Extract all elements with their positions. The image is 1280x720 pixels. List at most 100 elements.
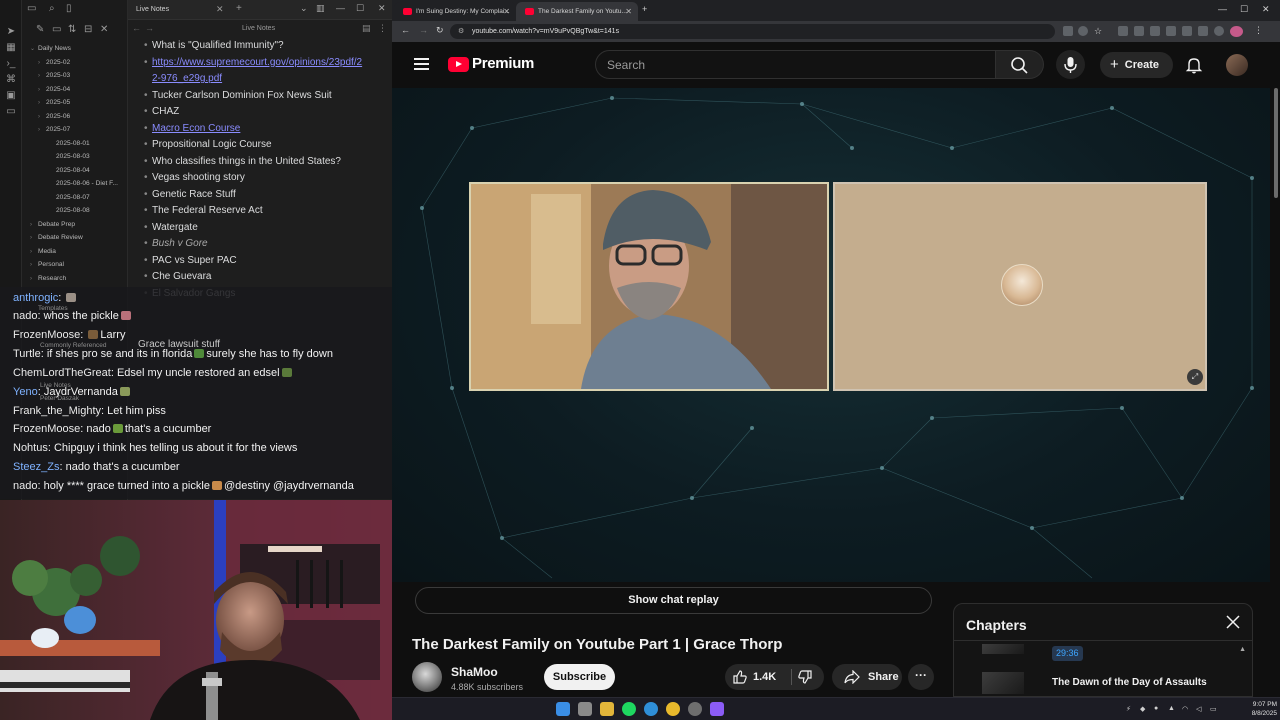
tray-icon[interactable]: ▲ xyxy=(1168,705,1175,712)
chat-username[interactable]: nado xyxy=(13,480,37,492)
template-icon[interactable]: ▣ xyxy=(5,90,17,102)
channel-avatar[interactable] xyxy=(412,662,442,692)
tree-item[interactable]: 2025-08-06 - Diet F... xyxy=(22,177,128,191)
task-view-icon[interactable] xyxy=(578,702,592,716)
tree-item[interactable]: › 2025-02 xyxy=(22,56,128,70)
show-chat-replay-button[interactable]: Show chat replay xyxy=(415,587,932,614)
chevron-down-icon[interactable]: ⌄ xyxy=(300,3,308,14)
chat-username[interactable]: Yeno xyxy=(13,386,38,398)
youtube-premium-logo[interactable]: Premium xyxy=(472,55,534,72)
reload-icon[interactable]: ↻ xyxy=(436,25,444,36)
close-tab-icon[interactable]: ✕ xyxy=(503,2,510,21)
new-tab-icon[interactable]: + xyxy=(236,3,242,14)
chat-username[interactable]: Frank_the_Mighty xyxy=(13,405,101,417)
extension-icon[interactable] xyxy=(1134,26,1144,36)
graph-icon[interactable]: ⌘ xyxy=(5,74,17,86)
close-tab-icon[interactable]: ✕ xyxy=(216,4,224,15)
edge-icon[interactable] xyxy=(644,702,658,716)
scroll-up-icon[interactable]: ▲ xyxy=(1239,646,1246,653)
tray-icon[interactable]: ● xyxy=(1154,705,1158,712)
download-icon[interactable] xyxy=(1214,26,1224,36)
search-input[interactable] xyxy=(595,50,996,79)
chat-username[interactable]: ChemLordTheGreat xyxy=(13,367,111,379)
battery-icon[interactable]: ▭ xyxy=(1210,705,1217,713)
system-clock[interactable]: 9:07 PM 8/8/2025 xyxy=(1231,700,1277,718)
create-button[interactable]: + Create xyxy=(1100,52,1173,78)
bookmark-icon[interactable]: ▯ xyxy=(66,3,72,17)
window-close-icon[interactable]: ✕ xyxy=(1262,4,1270,15)
maximize-icon[interactable]: ☐ xyxy=(1240,4,1248,15)
search-button[interactable] xyxy=(996,50,1044,79)
site-info-icon[interactable]: ⚙ xyxy=(458,24,464,39)
sidebar-icon[interactable] xyxy=(1198,26,1208,36)
new-note-icon[interactable]: ✎ xyxy=(36,24,44,38)
file-explorer-icon[interactable] xyxy=(600,702,614,716)
note-link[interactable]: https://www.supremecourt.gov/opinions/23… xyxy=(144,55,384,72)
tree-item[interactable]: 2025-08-01 xyxy=(22,137,128,151)
extension-icon[interactable] xyxy=(1118,26,1128,36)
puzzle-icon[interactable] xyxy=(1182,26,1192,36)
tree-item[interactable]: 2025-08-08 xyxy=(22,204,128,218)
new-tab-icon[interactable]: + xyxy=(642,4,647,14)
chapter-timestamp[interactable]: 29:36 xyxy=(1052,646,1083,661)
tree-item[interactable]: › 2025-05 xyxy=(22,96,128,110)
search-icon[interactable]: ⌕ xyxy=(49,3,55,17)
like-button[interactable]: 1.4K xyxy=(733,664,776,690)
send-icon[interactable]: ➤ xyxy=(5,26,17,38)
tree-item[interactable]: › 2025-07 xyxy=(22,123,128,137)
share-button[interactable]: Share xyxy=(832,664,902,690)
tab-live-notes[interactable]: Live Notes xyxy=(136,6,169,13)
scrollbar-thumb[interactable] xyxy=(1274,88,1278,198)
extension-icon[interactable] xyxy=(1166,26,1176,36)
tray-icon[interactable]: ⚡ xyxy=(1126,705,1131,713)
spotify-icon[interactable] xyxy=(622,702,636,716)
hamburger-menu-icon[interactable] xyxy=(414,58,429,70)
browser-tab-active[interactable]: The Darkest Family on Youtu... ✕ xyxy=(516,2,638,21)
close-icon[interactable] xyxy=(1224,613,1242,631)
tree-item[interactable]: 2025-08-07 xyxy=(22,191,128,205)
forward-icon[interactable]: → xyxy=(145,23,154,33)
chat-username[interactable]: FrozenMoose xyxy=(13,329,80,341)
back-icon[interactable]: ← xyxy=(132,23,141,33)
wifi-icon[interactable]: ◠ xyxy=(1182,705,1188,713)
app-icon[interactable] xyxy=(688,702,702,716)
youtube-logo-icon[interactable] xyxy=(448,57,469,72)
account-avatar[interactable] xyxy=(1226,54,1248,76)
start-icon[interactable] xyxy=(556,702,570,716)
browser-tab-inactive[interactable]: I'm Suing Destiny: My Complai... ✕ xyxy=(394,2,516,21)
thumbs-down-icon[interactable] xyxy=(798,670,812,684)
profile-icon[interactable] xyxy=(1230,26,1243,37)
window-close-icon[interactable]: ✕ xyxy=(378,3,386,14)
chat-username[interactable]: Nohtus xyxy=(13,442,48,454)
maximize-icon[interactable]: ☐ xyxy=(356,3,364,14)
close-tab-icon[interactable]: ✕ xyxy=(625,2,632,21)
file-icon[interactable]: ▭ xyxy=(5,106,17,118)
calendar-icon[interactable]: ▦ xyxy=(5,42,17,54)
zoom-icon[interactable] xyxy=(1078,26,1088,36)
note-link[interactable]: 2-976_e29g.pdf xyxy=(144,71,384,88)
tree-item[interactable]: › Personal xyxy=(22,258,128,272)
url-field[interactable]: ⚙ youtube.com/watch?v=mV9uPvQBgTw&t=141s xyxy=(450,24,1055,39)
tree-item[interactable]: › Research xyxy=(22,272,128,286)
close-icon[interactable]: ✕ xyxy=(100,24,108,38)
reading-view-icon[interactable]: ▤ xyxy=(362,23,371,34)
extension-icon[interactable] xyxy=(1150,26,1160,36)
bookmark-star-icon[interactable]: ☆ xyxy=(1094,26,1104,36)
menu-icon[interactable]: ⋮ xyxy=(1254,25,1263,36)
tree-item[interactable]: 2025-08-04 xyxy=(22,164,128,178)
cast-icon[interactable] xyxy=(1063,26,1073,36)
tree-item[interactable]: › Debate Review xyxy=(22,231,128,245)
tree-item[interactable]: ⌄ Daily News xyxy=(22,42,128,56)
folder-icon[interactable]: ▭ xyxy=(27,3,36,17)
voice-search-button[interactable] xyxy=(1056,50,1085,79)
chat-username[interactable]: anthrogic xyxy=(13,292,58,304)
terminal-icon[interactable]: ›_ xyxy=(5,58,17,70)
chapter-title[interactable]: The Dawn of the Day of Assaults xyxy=(1052,677,1207,688)
chat-username[interactable]: nado xyxy=(13,310,37,322)
note-link[interactable]: Macro Econ Course xyxy=(144,121,384,138)
video-player[interactable]: ⤢ xyxy=(392,88,1270,582)
collapse-icon[interactable]: ⊟ xyxy=(84,24,92,38)
chat-username[interactable]: FrozenMoose xyxy=(13,423,80,435)
chapter-thumbnail[interactable] xyxy=(982,644,1024,654)
tree-item[interactable]: › Media xyxy=(22,245,128,259)
